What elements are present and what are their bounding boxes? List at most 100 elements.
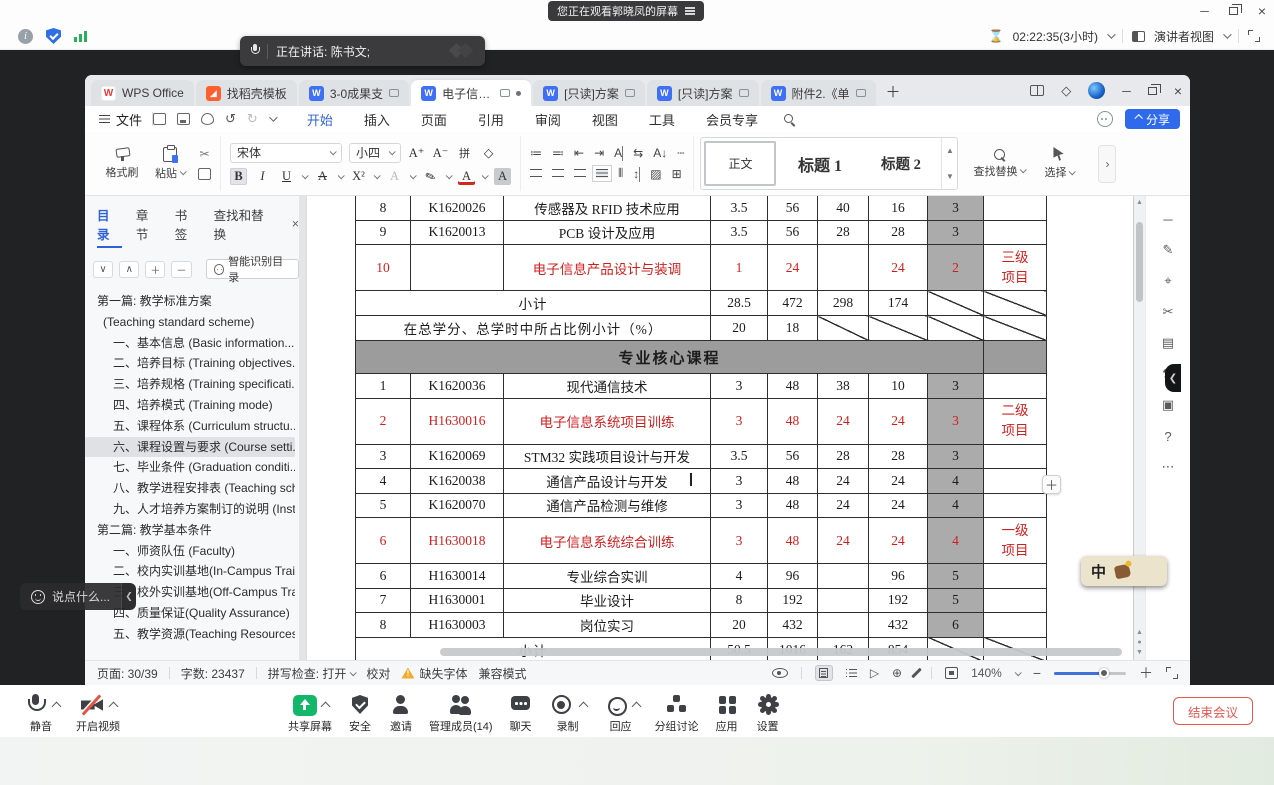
caption-bar[interactable]: 说点什么... ❮ xyxy=(20,583,136,610)
table-cell[interactable]: 3.5 xyxy=(711,220,768,245)
table-cell[interactable] xyxy=(984,444,1047,469)
print-preview-icon[interactable] xyxy=(201,113,214,125)
wps-tab-WPS Office[interactable]: WWPS Office xyxy=(91,80,194,106)
timer-caret-icon[interactable] xyxy=(1107,30,1115,38)
table-cell[interactable]: 专业核心课程 xyxy=(356,341,984,374)
page-nav-dot[interactable]: ● xyxy=(1137,639,1141,646)
table-cell[interactable]: 6 xyxy=(356,564,411,589)
minimize-button[interactable]: ─ xyxy=(1200,4,1209,18)
menu-审阅[interactable]: 审阅 xyxy=(533,106,563,133)
table-cell[interactable]: 三级项目 xyxy=(984,245,1047,291)
table-cell[interactable]: 48 xyxy=(768,469,818,494)
align-center-icon[interactable] xyxy=(552,169,564,178)
table-cell[interactable]: 432 xyxy=(768,613,818,638)
assistant-icon[interactable] xyxy=(1097,111,1113,127)
zoom-slider-thumb[interactable] xyxy=(1099,668,1109,678)
table-cell[interactable]: H1630003 xyxy=(411,613,504,638)
ime-mode-label[interactable]: 中 xyxy=(1091,561,1106,582)
select-button[interactable]: 选择 xyxy=(1033,147,1085,180)
toolbar-录制[interactable]: 录制 xyxy=(549,692,587,734)
table-cell[interactable]: 传感器及 RFID 技术应用 xyxy=(504,196,711,220)
table-cell[interactable]: H1630014 xyxy=(411,564,504,589)
table-cell[interactable]: 通信产品设计与开发 xyxy=(504,469,711,494)
table-cell[interactable] xyxy=(818,564,869,589)
borders-icon[interactable]: ⊞ xyxy=(672,167,682,181)
watching-banner[interactable]: 您正在观看郭晓凤的屏幕 xyxy=(548,1,704,21)
close-button[interactable]: × xyxy=(1258,3,1266,19)
wps-tab-电子信息工[interactable]: W电子信息工 xyxy=(411,80,531,106)
table-cell[interactable]: 2 xyxy=(356,398,411,444)
table-cell[interactable]: 3 xyxy=(356,444,411,469)
table-cell[interactable]: H1630016 xyxy=(411,398,504,444)
strikethrough-button[interactable]: A xyxy=(314,168,331,185)
outline-item[interactable]: 二、校内实训基地(In-Campus Train... xyxy=(85,561,295,582)
table-cell[interactable]: 毕业设计 xyxy=(504,588,711,613)
table-cell[interactable]: 24 xyxy=(869,245,928,291)
quickbar-caret-icon[interactable] xyxy=(269,113,277,121)
vertical-scrollbar[interactable]: ▲ ▲●▼ xyxy=(1134,196,1145,660)
zoom-slider[interactable] xyxy=(1054,672,1126,675)
toolbar-静音[interactable]: 静音 xyxy=(22,692,60,734)
highlight-pen-button[interactable]: ✎ xyxy=(420,165,442,187)
table-cell[interactable]: 38 xyxy=(818,374,869,399)
sidebar-tab-catalog[interactable]: 目录 xyxy=(97,205,122,243)
table-cell[interactable] xyxy=(818,316,869,341)
sidebar-tab-findreplace[interactable]: 查找和替换 xyxy=(214,205,276,243)
table-cell[interactable]: 24 xyxy=(818,493,869,518)
scrollbar-thumb[interactable] xyxy=(1136,222,1143,302)
toolbar-安全[interactable]: 安全 xyxy=(347,692,373,734)
font-name-select[interactable]: 宋体 xyxy=(230,143,342,163)
justify-icon[interactable] xyxy=(596,169,608,178)
info-icon[interactable]: i xyxy=(18,29,33,44)
zoom-in-button[interactable]: ＋ xyxy=(1139,663,1153,683)
toolbar-应用[interactable]: 应用 xyxy=(714,692,740,734)
table-cell[interactable]: 3.5 xyxy=(711,196,768,220)
decrease-indent-icon[interactable]: ⇤ xyxy=(574,146,584,160)
spellcheck-status[interactable]: 拼写检查: 打开 xyxy=(268,665,356,682)
table-cell[interactable] xyxy=(984,341,1047,374)
ruler-icon[interactable]: ┄ xyxy=(677,146,684,160)
table-cell[interactable] xyxy=(869,316,928,341)
table-cell[interactable]: 8 xyxy=(711,588,768,613)
table-cell[interactable]: 4 xyxy=(928,469,984,494)
table-cell[interactable]: 28 xyxy=(818,220,869,245)
table-cell[interactable]: 8 xyxy=(356,196,411,220)
table-cell[interactable]: 小计 xyxy=(356,291,711,316)
table-cell[interactable]: 在总学分、总学时中所占比例小计（%） xyxy=(356,316,711,341)
table-cell[interactable] xyxy=(984,374,1047,399)
table-cell[interactable] xyxy=(984,564,1047,589)
menu-视图[interactable]: 视图 xyxy=(590,106,620,133)
table-cell[interactable]: 24 xyxy=(869,469,928,494)
ribbon-expand-button[interactable]: › xyxy=(1098,145,1116,183)
increase-indent-icon[interactable]: ⇥ xyxy=(594,146,604,160)
toolbar-邀请[interactable]: 邀请 xyxy=(388,692,414,734)
table-cell[interactable]: 4 xyxy=(356,469,411,494)
word-count[interactable]: 字数: 23437 xyxy=(181,665,245,682)
style-scroll-down-icon[interactable]: ▼ xyxy=(946,172,954,181)
toolbar-开启视频[interactable]: 开启视频 xyxy=(76,692,120,734)
menu-会员专享[interactable]: 会员专享 xyxy=(704,106,760,133)
wps-tab-找稻壳模板[interactable]: ◢找稻壳模板 xyxy=(196,80,297,106)
fullscreen-icon[interactable] xyxy=(1248,30,1260,42)
italic-button[interactable]: I xyxy=(254,168,271,185)
table-cell[interactable]: 20 xyxy=(711,613,768,638)
numbered-list-icon[interactable]: ≕ xyxy=(552,146,564,160)
outline-item[interactable]: 九、人才培养方案制订的说明 (Instr... xyxy=(85,499,295,520)
table-cell[interactable]: 3 xyxy=(711,518,768,564)
bold-button[interactable]: B xyxy=(230,168,247,185)
table-cell[interactable]: 1 xyxy=(356,374,411,399)
security-shield-icon[interactable] xyxy=(46,28,61,44)
table-cell[interactable] xyxy=(928,316,984,341)
table-cell[interactable]: 6 xyxy=(356,518,411,564)
ink-icon[interactable] xyxy=(911,668,922,679)
outline-item[interactable]: 五、教学资源(Teaching Resources) xyxy=(85,624,295,645)
table-cell[interactable]: 24 xyxy=(818,469,869,494)
font-color-button[interactable]: A xyxy=(458,168,475,185)
table-cell[interactable]: 28 xyxy=(869,444,928,469)
outline-item[interactable]: 第二篇: 教学基本条件 xyxy=(85,520,295,541)
document-page[interactable]: 8K1620026传感器及 RFID 技术应用3.55640163 9K1620… xyxy=(307,196,1133,660)
outline-item[interactable]: 五、课程体系 (Curriculum structu... xyxy=(85,416,295,437)
table-cell[interactable]: 24 xyxy=(869,493,928,518)
underline-button[interactable]: U xyxy=(278,168,295,185)
table-cell[interactable]: 4 xyxy=(928,493,984,518)
